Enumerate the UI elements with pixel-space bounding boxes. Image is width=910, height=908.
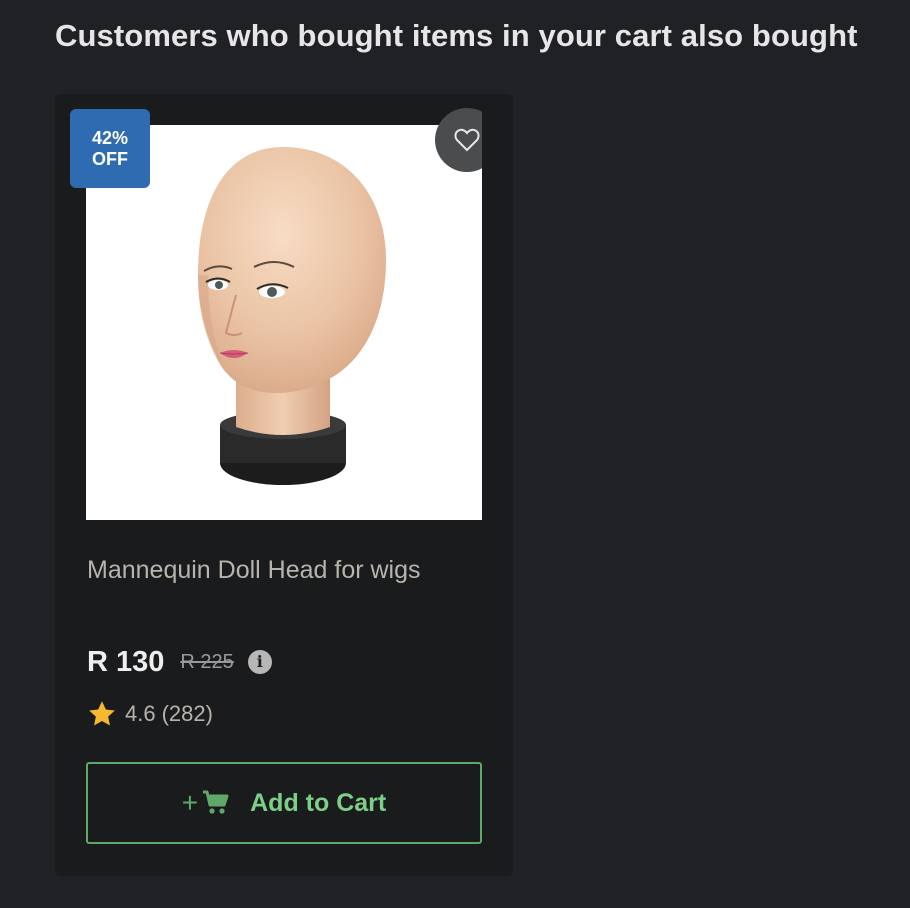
add-to-cart-label: Add to Cart	[250, 788, 387, 817]
info-icon[interactable]: i	[247, 650, 272, 674]
price-row: R 130 R 225 i	[87, 644, 272, 680]
review-count: (282)	[161, 701, 213, 726]
rating-row: 4.6 (282)	[87, 698, 213, 730]
heart-outline-icon	[454, 128, 480, 152]
current-price: R 130	[87, 645, 165, 678]
add-to-cart-button[interactable]: + Add to Cart	[86, 762, 482, 844]
rating-value: 4.6	[125, 701, 156, 726]
product-card[interactable]: 42% OFF Mannequin Doll Head for wigs R 1…	[55, 94, 513, 876]
product-name[interactable]: Mannequin Doll Head for wigs	[87, 556, 421, 585]
discount-badge: 42% OFF	[70, 109, 150, 188]
discount-percent: 42%	[91, 127, 129, 148]
section-title: Customers who bought items in your cart …	[55, 18, 858, 53]
shopping-cart-icon	[203, 790, 229, 814]
discount-off-label: OFF	[92, 148, 128, 169]
original-price: R 225	[180, 650, 234, 673]
star-icon	[89, 701, 115, 726]
plus-icon: +	[181, 787, 199, 818]
